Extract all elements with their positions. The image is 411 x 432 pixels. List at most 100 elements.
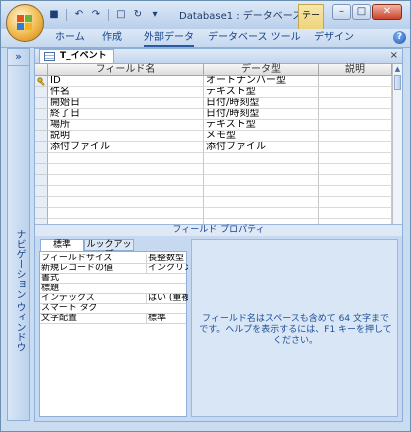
tab-lookup[interactable]: ルックアップ <box>84 239 134 260</box>
refresh-icon[interactable]: ↻ <box>131 8 145 22</box>
qat-separator <box>66 9 67 21</box>
data-type-cell[interactable]: 添付ファイル <box>204 142 319 153</box>
scroll-thumb[interactable] <box>394 75 401 90</box>
field-name-cell[interactable]: 件名 <box>48 87 204 98</box>
property-row[interactable]: フィールドサイズ 長整数型 <box>40 254 186 264</box>
office-button[interactable] <box>6 4 44 42</box>
tab-create[interactable]: 作成 <box>102 29 122 47</box>
field-name-cell[interactable]: 場所 <box>48 120 204 131</box>
row-selector[interactable] <box>35 120 48 131</box>
field-name-cell[interactable]: 終了日 <box>48 109 204 120</box>
property-label: 書式 <box>41 274 60 283</box>
data-type-cell[interactable]: メモ型 <box>204 131 319 142</box>
description-cell[interactable] <box>319 120 392 131</box>
row-selector[interactable] <box>35 175 48 186</box>
scroll-up-arrow-icon[interactable]: ▲ <box>393 64 402 74</box>
tab-design[interactable]: デザイン <box>314 29 354 47</box>
row-selector[interactable] <box>35 109 48 120</box>
description-cell[interactable] <box>319 208 392 219</box>
row-selector[interactable] <box>35 98 48 109</box>
field-name-cell[interactable] <box>48 208 204 219</box>
row-selector[interactable] <box>35 197 48 208</box>
property-value[interactable]: 標準 <box>146 314 188 323</box>
close-document-button[interactable]: × <box>390 50 398 62</box>
description-cell[interactable] <box>319 175 392 186</box>
data-type-cell[interactable]: テキスト型 <box>204 120 319 131</box>
property-help-text: フィールド名はスペースも含めて 64 文字までです。ヘルプを表示するには、F1 … <box>199 314 392 346</box>
field-name-cell[interactable]: ID <box>48 76 204 87</box>
tab-external-data[interactable]: 外部データ <box>144 29 194 47</box>
description-cell[interactable] <box>319 153 392 164</box>
description-cell[interactable] <box>319 87 392 98</box>
save-icon[interactable]: ■ <box>47 8 61 22</box>
ribbon-tabs: ホーム 作成 外部データ データベース ツール デザイン ? <box>1 29 410 48</box>
property-row[interactable]: 文字配置 標準 <box>40 314 186 324</box>
property-row[interactable]: 標題 <box>40 284 186 294</box>
help-icon[interactable]: ? <box>393 31 406 44</box>
context-tab-label[interactable]: テー <box>298 4 324 29</box>
property-label: 新規レコードの値 <box>41 264 114 273</box>
row-selector-header <box>35 64 48 76</box>
document-tab-label: T_イベント <box>60 51 107 61</box>
column-header-data-type[interactable]: データ型 <box>204 64 319 76</box>
close-window-button[interactable]: ✕ <box>372 4 402 20</box>
data-type-cell[interactable] <box>204 175 319 186</box>
row-selector[interactable] <box>35 208 48 219</box>
data-type-cell[interactable] <box>204 186 319 197</box>
property-row[interactable]: 新規レコードの値 インクリメント <box>40 264 188 274</box>
row-selector[interactable] <box>35 131 48 142</box>
field-name-cell[interactable] <box>48 175 204 186</box>
description-cell[interactable] <box>319 98 392 109</box>
column-header-description[interactable]: 説明 <box>319 64 392 76</box>
field-name-cell[interactable] <box>48 186 204 197</box>
data-type-cell[interactable]: 日付/時刻型 <box>204 98 319 109</box>
document-tab-bar: T_イベント × <box>35 49 402 64</box>
field-name-cell[interactable] <box>48 197 204 208</box>
qat-separator <box>108 9 109 21</box>
field-name-cell[interactable] <box>48 153 204 164</box>
field-name-cell[interactable]: 開始日 <box>48 98 204 109</box>
data-type-cell[interactable] <box>204 197 319 208</box>
row-selector[interactable] <box>35 164 48 175</box>
property-value[interactable]: 長整数型 <box>146 254 188 263</box>
new-icon[interactable]: □ <box>114 8 128 22</box>
data-type-cell[interactable] <box>204 208 319 219</box>
row-selector[interactable] <box>35 142 48 153</box>
customize-qat-icon[interactable]: ▾ <box>148 8 162 22</box>
field-name-cell[interactable]: 添付ファイル <box>48 142 204 153</box>
row-selector[interactable] <box>35 153 48 164</box>
minimize-button[interactable]: – <box>332 4 351 20</box>
column-header-field-name[interactable]: フィールド名 <box>48 64 204 76</box>
nav-pane-label[interactable]: ナビゲーション ウィンドウ <box>12 229 27 352</box>
undo-icon[interactable]: ↶ <box>72 8 86 22</box>
maximize-button[interactable]: □ <box>352 4 371 20</box>
description-cell[interactable] <box>319 109 392 120</box>
tab-home[interactable]: ホーム <box>55 29 85 47</box>
description-cell[interactable] <box>319 164 392 175</box>
redo-icon[interactable]: ↷ <box>89 8 103 22</box>
description-cell[interactable] <box>319 142 392 153</box>
property-value[interactable]: はい (重複なし) <box>146 294 188 303</box>
tab-database-tools[interactable]: データベース ツール <box>208 29 301 47</box>
property-row[interactable]: インデックス はい (重複なし) <box>40 294 188 304</box>
navigation-pane: » ナビゲーション ウィンドウ <box>7 48 30 421</box>
description-cell[interactable] <box>319 131 392 142</box>
row-selector[interactable] <box>35 186 48 197</box>
property-row[interactable]: スマート タグ <box>40 304 186 314</box>
document-tab[interactable]: T_イベント <box>39 49 114 63</box>
description-cell[interactable] <box>319 197 392 208</box>
property-row[interactable]: 書式 <box>40 274 186 284</box>
data-type-cell[interactable] <box>204 153 319 164</box>
description-cell[interactable] <box>319 186 392 197</box>
data-type-cell[interactable] <box>204 164 319 175</box>
nav-pane-toggle-button[interactable]: » <box>8 49 29 66</box>
data-type-cell[interactable]: 日付/時刻型 <box>204 109 319 120</box>
field-name-cell[interactable]: 説明 <box>48 131 204 142</box>
primary-key-icon <box>37 77 46 86</box>
row-selector[interactable] <box>35 87 48 98</box>
data-type-cell[interactable]: オートナンバー型 <box>204 76 319 87</box>
data-type-cell[interactable]: テキスト型 <box>204 87 319 98</box>
field-name-cell[interactable] <box>48 164 204 175</box>
property-value[interactable]: インクリメント <box>146 264 188 273</box>
description-cell[interactable] <box>319 76 392 87</box>
